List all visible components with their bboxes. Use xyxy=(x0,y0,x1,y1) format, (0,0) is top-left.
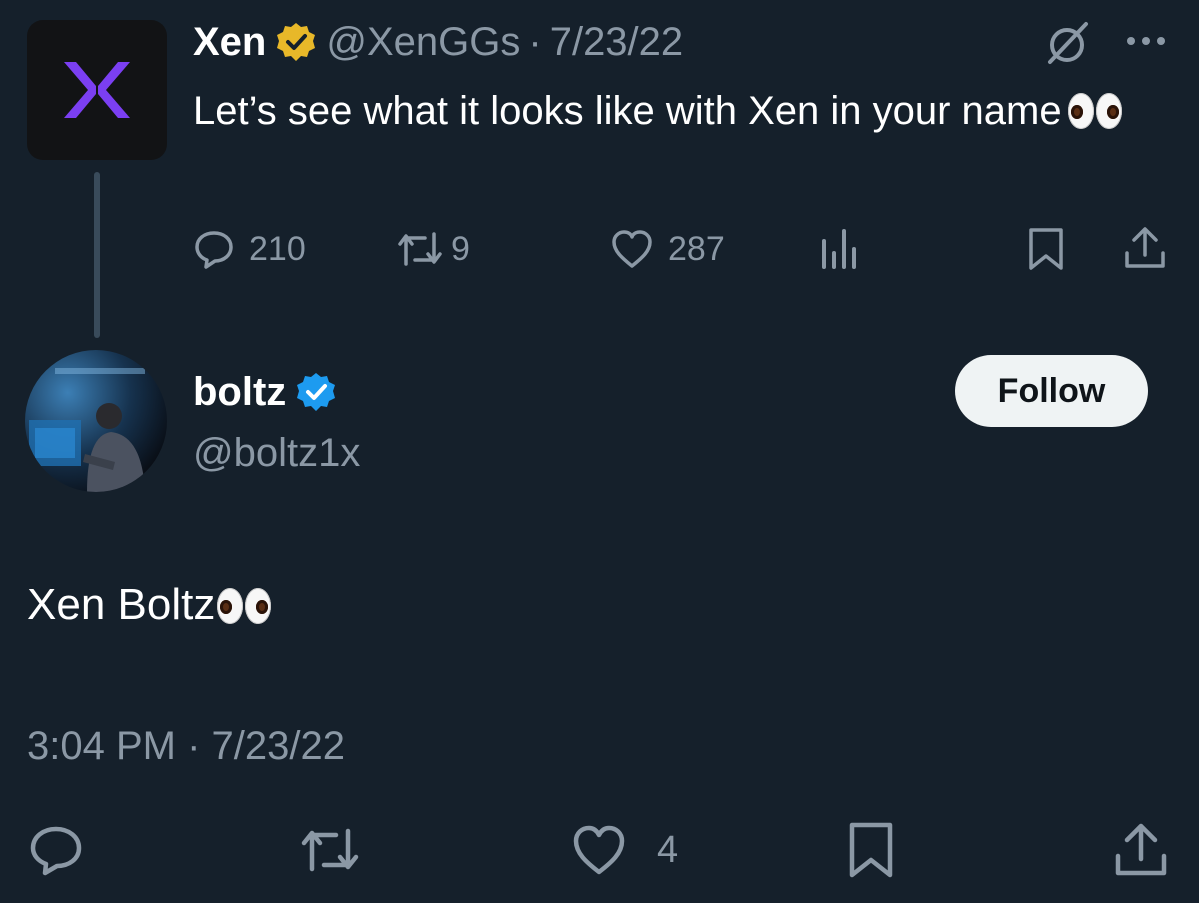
eyes-emoji-icon xyxy=(217,580,272,629)
like-icon xyxy=(612,230,652,268)
share-button[interactable] xyxy=(1112,820,1170,880)
main-tweet-author: boltz xyxy=(193,362,346,422)
repost-button[interactable]: 9 xyxy=(397,224,470,274)
separator-dot: · xyxy=(528,19,542,64)
reply-icon xyxy=(30,826,82,876)
reply-count: 210 xyxy=(249,229,306,268)
repost-count: 9 xyxy=(451,229,470,268)
share-icon xyxy=(1115,823,1167,876)
follow-button[interactable]: Follow xyxy=(955,355,1148,427)
bookmark-button[interactable] xyxy=(1026,226,1066,272)
author-name[interactable]: Xen xyxy=(193,20,266,65)
separator-dot: · xyxy=(187,724,201,768)
author-name[interactable]: boltz xyxy=(193,370,286,415)
views-button[interactable] xyxy=(818,226,862,272)
reply-button[interactable] xyxy=(28,822,84,878)
like-count: 287 xyxy=(668,229,725,268)
views-icon xyxy=(822,229,856,269)
main-tweet-text: Xen Boltz xyxy=(27,574,272,636)
thread-connector-line xyxy=(94,172,100,338)
repost-icon xyxy=(301,828,359,872)
grok-icon[interactable] xyxy=(1042,18,1092,68)
tweet-time: 3:04 PM xyxy=(27,724,176,768)
more-icon[interactable] xyxy=(1124,28,1168,54)
like-count: 4 xyxy=(657,828,679,871)
parent-tweet-text: Let’s see what it looks like with Xen in… xyxy=(193,80,1173,142)
verified-badge-icon xyxy=(297,373,336,411)
like-button[interactable]: 4 xyxy=(571,822,678,878)
repost-icon xyxy=(398,232,442,266)
tweet-text-content: Let’s see what it looks like with Xen in… xyxy=(193,89,1062,133)
bookmark-button[interactable] xyxy=(847,820,895,880)
tweet-date: 7/23/22 xyxy=(211,724,346,768)
like-button[interactable]: 287 xyxy=(610,224,725,274)
reply-icon xyxy=(195,231,233,269)
boltz-avatar[interactable] xyxy=(25,350,167,492)
share-button[interactable] xyxy=(1122,224,1168,272)
repost-button[interactable] xyxy=(300,822,360,878)
xen-logo-icon xyxy=(64,62,130,118)
eyes-emoji-icon xyxy=(1067,89,1122,133)
parent-tweet-header: Xen @XenGGs · 7/23/22 xyxy=(193,14,683,70)
bookmark-icon xyxy=(849,822,893,878)
tweet-date[interactable]: 7/23/22 xyxy=(550,20,683,65)
share-icon xyxy=(1125,227,1165,268)
tweet-timestamp[interactable]: 3:04 PM · 7/23/22 xyxy=(27,718,345,774)
reply-button[interactable]: 210 xyxy=(193,224,306,274)
tweet-text-content: Xen Boltz xyxy=(27,580,216,629)
xen-avatar[interactable] xyxy=(27,20,167,160)
bookmark-icon xyxy=(1029,228,1063,270)
author-handle[interactable]: @boltz1x xyxy=(193,428,360,478)
like-icon xyxy=(573,825,625,875)
avatar-photo xyxy=(29,368,145,492)
verified-badge-icon xyxy=(277,23,316,61)
author-handle[interactable]: @XenGGs xyxy=(326,20,520,65)
